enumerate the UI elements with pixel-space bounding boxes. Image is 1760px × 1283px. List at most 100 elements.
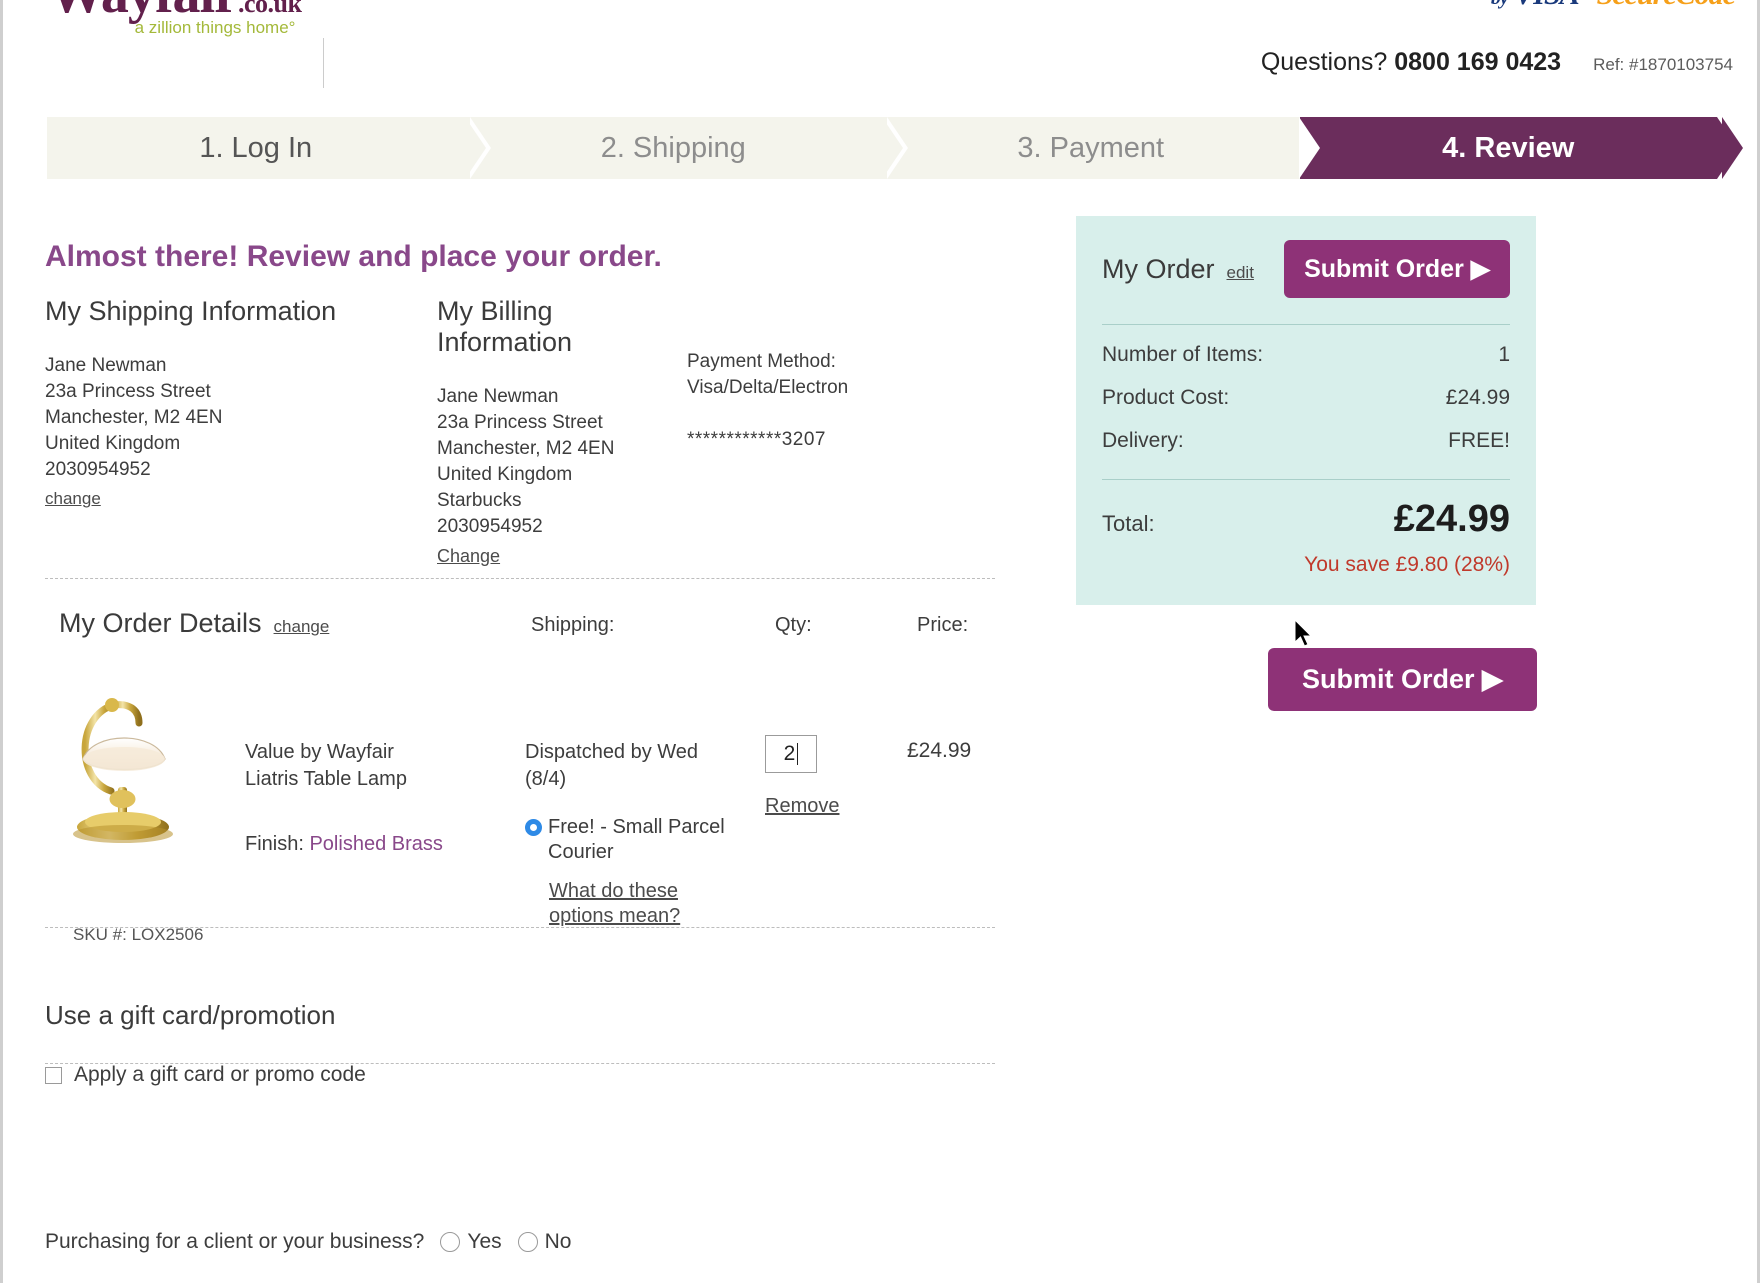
step-review-notch — [1299, 117, 1320, 179]
product-sku: SKU #: LOX2506 — [73, 925, 203, 945]
ship-eta-line1: Dispatched by Wed — [525, 739, 765, 766]
business-question-label: Purchasing for a client or your business… — [45, 1230, 424, 1254]
step-shipping-label: 2. Shipping — [601, 132, 746, 165]
divider-order-details — [45, 927, 995, 928]
column-header-qty: Qty: — [775, 614, 812, 637]
order-details-header: My Order Details change Shipping: Qty: P… — [59, 608, 999, 639]
cursor-arrow-icon — [1295, 620, 1317, 652]
support-phone-number: 0800 169 0423 — [1394, 48, 1561, 76]
price-cell: £24.99 — [907, 687, 971, 929]
summary-row-delivery: Delivery: FREE! — [1102, 429, 1510, 453]
business-no-option[interactable]: No — [518, 1230, 572, 1254]
product-image[interactable]: SKU #: LOX2506 — [59, 687, 229, 857]
step-login-label: 1. Log In — [199, 132, 312, 165]
page-title: Almost there! Review and place your orde… — [45, 240, 662, 274]
business-no-radio[interactable] — [518, 1232, 538, 1252]
gift-card-checkbox-label: Apply a gift card or promo code — [74, 1063, 366, 1087]
billing-information-block: My Billing Information Jane Newman 23a P… — [437, 296, 687, 567]
summary-row-product-cost: Product Cost: £24.99 — [1102, 386, 1510, 410]
summary-value-items: 1 — [1498, 343, 1510, 367]
text-caret — [797, 743, 798, 765]
product-finish-label: Finish: — [245, 833, 304, 855]
billing-city-postcode: Manchester, M2 4EN — [437, 436, 687, 462]
product-info-cell: Value by Wayfair Liatris Table Lamp Fini… — [245, 687, 525, 929]
wayfair-logo[interactable]: Wayfair.co.uk a zillion things home° — [49, 0, 301, 22]
order-summary-header: My Order edit Submit Order ▶ — [1102, 240, 1510, 298]
billing-company: Starbucks — [437, 488, 687, 514]
step-shipping[interactable]: 2. Shipping — [465, 117, 883, 179]
summary-label-product-cost: Product Cost: — [1102, 386, 1229, 410]
order-summary-title: My Order — [1102, 254, 1215, 285]
shipping-option-row[interactable]: Free! - Small Parcel Courier — [525, 815, 765, 865]
summary-row-items: Number of Items: 1 — [1102, 343, 1510, 367]
column-header-price: Price: — [917, 614, 968, 637]
qty-input[interactable]: 2 — [765, 735, 817, 773]
shipping-information-block: My Shipping Information Jane Newman 23a … — [45, 296, 437, 567]
gift-card-section: Use a gift card/promotion Apply a gift c… — [45, 1000, 366, 1087]
summary-total-label: Total: — [1102, 511, 1155, 537]
billing-street: 23a Princess Street — [437, 410, 687, 436]
qty-value: 2 — [784, 742, 796, 766]
shipping-name: Jane Newman — [45, 353, 437, 379]
business-yes-radio[interactable] — [440, 1232, 460, 1252]
ship-eta-line2: (8/4) — [525, 766, 765, 793]
summary-value-delivery: FREE! — [1448, 429, 1510, 453]
summary-total-value: £24.99 — [1394, 498, 1510, 541]
table-lamp-illustration — [59, 687, 229, 857]
shipping-option-radio[interactable] — [525, 819, 542, 836]
submit-order-button-top[interactable]: Submit Order ▶ — [1284, 240, 1510, 298]
change-order-link[interactable]: change — [274, 617, 330, 637]
order-summary-panel: My Order edit Submit Order ▶ Number of I… — [1076, 216, 1536, 605]
billing-information-title: My Billing Information — [437, 296, 687, 358]
shipping-country: United Kingdom — [45, 431, 437, 457]
divider-addresses — [45, 578, 995, 579]
shipping-cell: Dispatched by Wed (8/4) Free! - Small Pa… — [525, 687, 765, 929]
shipping-city-postcode: Manchester, M2 4EN — [45, 405, 437, 431]
submit-order-button-bottom[interactable]: Submit Order ▶ — [1268, 648, 1537, 711]
summary-label-items: Number of Items: — [1102, 343, 1263, 367]
address-section: My Shipping Information Jane Newman 23a … — [45, 296, 995, 567]
step-review[interactable]: 4. Review — [1300, 117, 1718, 179]
mastercard-securecode-badge: SecureCode — [1597, 0, 1735, 12]
product-finish-value: Polished Brass — [309, 833, 442, 855]
shipping-options-help-link[interactable]: What do these options mean? — [549, 879, 739, 929]
change-billing-link[interactable]: Change — [437, 546, 500, 567]
secure-checkout-title: Secure Checkout — [347, 0, 604, 6]
summary-label-delivery: Delivery: — [1102, 429, 1184, 453]
step-payment-label: 3. Payment — [1017, 132, 1164, 165]
step-login[interactable]: 1. Log In — [47, 117, 465, 179]
business-yes-option[interactable]: Yes — [440, 1230, 501, 1254]
summary-value-product-cost: £24.99 — [1446, 386, 1510, 410]
edit-order-link[interactable]: edit — [1227, 263, 1254, 283]
summary-rule-bottom — [1102, 479, 1510, 480]
order-details-title: My Order Details — [59, 608, 262, 639]
product-image-cell: SKU #: LOX2506 — [59, 687, 245, 929]
product-name[interactable]: Liatris Table Lamp — [245, 766, 525, 793]
step-payment[interactable]: 3. Payment — [882, 117, 1300, 179]
customer-support-info: Questions? 0800 169 0423 Ref: #187010375… — [1261, 48, 1733, 77]
gift-card-checkbox-row[interactable]: Apply a gift card or promo code — [45, 1063, 366, 1087]
billing-country: United Kingdom — [437, 462, 687, 488]
change-shipping-link[interactable]: change — [45, 489, 101, 509]
product-finish: Finish: Polished Brass — [245, 833, 525, 856]
order-reference: Ref: #1870103754 — [1593, 55, 1733, 75]
header-divider — [323, 38, 324, 88]
visa-wordmark: VISA — [1514, 0, 1578, 11]
gift-card-title: Use a gift card/promotion — [45, 1000, 366, 1031]
payment-method-label: Payment Method: — [687, 349, 987, 375]
shipping-phone: 2030954952 — [45, 457, 437, 483]
checkout-page: Wayfair.co.uk a zillion things home° Sec… — [0, 0, 1760, 1283]
payment-method-value: Visa/Delta/Electron — [687, 375, 987, 401]
step-review-label: 4. Review — [1442, 132, 1574, 165]
gift-card-checkbox[interactable] — [45, 1067, 62, 1084]
questions-line: Questions? 0800 169 0423 — [1261, 48, 1561, 77]
order-details-section: My Order Details change Shipping: Qty: P… — [59, 608, 999, 929]
summary-total-row: Total: £24.99 — [1102, 498, 1510, 541]
business-purchase-section: Purchasing for a client or your business… — [45, 1230, 572, 1254]
product-brand: Value by Wayfair — [245, 739, 525, 766]
business-yes-label: Yes — [467, 1230, 501, 1254]
payment-method-block: Payment Method: Visa/Delta/Electron ****… — [687, 296, 987, 567]
summary-rule-top — [1102, 324, 1510, 325]
order-summary-title-wrap: My Order edit — [1102, 254, 1254, 285]
remove-item-link[interactable]: Remove — [765, 795, 839, 818]
